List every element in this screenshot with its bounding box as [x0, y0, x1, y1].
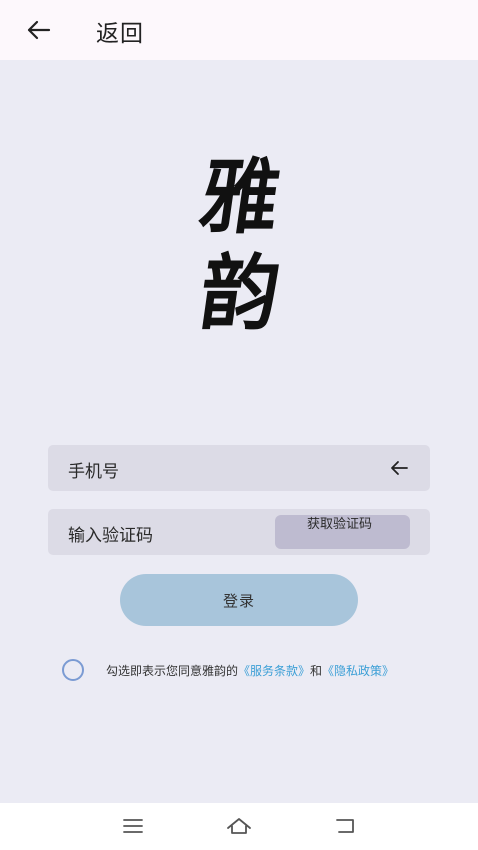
agreement-row: 勾选即表示您同意雅韵的《服务条款》和《隐私政策》	[62, 659, 472, 683]
top-bar: 返回	[0, 0, 478, 60]
privacy-link[interactable]: 《隐私政策》	[322, 664, 394, 678]
app-logo: 雅 韵	[180, 150, 300, 350]
login-button[interactable]: 登录	[120, 574, 358, 626]
logo-char-1: 雅	[194, 149, 286, 246]
agreement-conjunction: 和	[310, 664, 323, 678]
arrow-left-icon	[27, 20, 51, 40]
system-nav-bar	[0, 803, 478, 850]
home-icon[interactable]	[226, 815, 252, 837]
arrow-left-icon[interactable]	[388, 457, 410, 479]
agreement-checkbox[interactable]	[62, 659, 84, 681]
agreement-prefix: 勾选即表示您同意雅韵的	[106, 664, 239, 678]
back-title[interactable]: 返回	[96, 14, 144, 48]
agreement-text: 勾选即表示您同意雅韵的《服务条款》和《隐私政策》	[106, 662, 394, 679]
back-icon[interactable]	[332, 815, 358, 837]
verification-code-field[interactable]: 输入验证码 获取验证码	[48, 509, 430, 555]
phone-field[interactable]: 手机号	[48, 445, 430, 491]
menu-icon[interactable]	[120, 815, 146, 837]
logo-char-2: 韵	[194, 245, 286, 342]
code-label: 输入验证码	[68, 526, 153, 546]
terms-link[interactable]: 《服务条款》	[238, 664, 310, 678]
get-code-button[interactable]: 获取验证码	[275, 515, 410, 549]
back-button[interactable]	[22, 14, 54, 46]
phone-label: 手机号	[68, 462, 119, 482]
